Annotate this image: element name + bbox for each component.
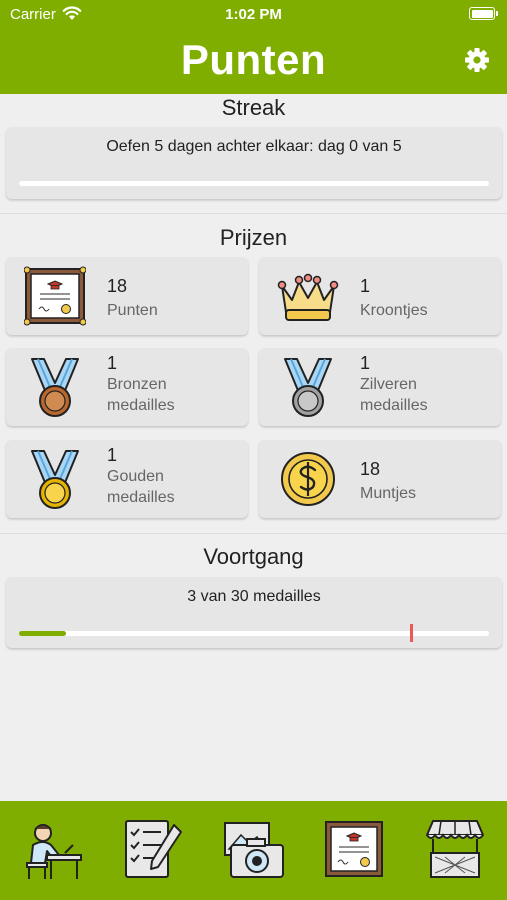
prize-label: Zilveren medailles [360,376,428,414]
battery-icon [469,7,498,20]
prize-label: Punten [107,302,158,319]
gold-medal-icon [31,450,79,509]
prize-count: 1 [360,353,371,373]
prize-count: 1 [107,445,118,465]
prize-label: Gouden medailles [107,468,175,506]
progress-text: 3 van 30 medailles [187,588,321,605]
progress-card: 3 van 30 medailles [6,577,502,648]
checklist-icon[interactable] [118,815,186,883]
progress-title: Voortgang [203,544,304,569]
tab-bar [0,801,507,900]
divider [0,533,507,534]
prize-card-crowns[interactable]: 1 Kroontjes [259,257,501,335]
medal-progress-bar [19,624,489,642]
streak-card: Oefen 5 dagen achter elkaar: dag 0 van 5 [6,127,502,199]
status-bar: Carrier 1:02 PM [0,0,507,28]
medal-progress-fill [19,631,66,636]
streak-title: Streak [221,95,286,120]
prizes-title: Prijzen [219,225,288,250]
prize-card-gold[interactable]: 1 Gouden medailles [6,440,248,518]
prize-count: 18 [107,276,128,296]
streak-progress-bar [19,181,489,186]
streak-text: Oefen 5 dagen achter elkaar: dag 0 van 5 [106,138,402,155]
prize-label: Bronzen medailles [107,376,175,414]
prize-count: 1 [360,276,371,296]
goal-marker [409,624,413,642]
prize-count: 18 [360,459,381,479]
prize-card-bronze[interactable]: 1 Bronzen medailles [6,348,248,426]
status-time: 1:02 PM [225,6,282,23]
bronze-medal-icon [31,358,79,417]
student-desk-icon[interactable] [17,815,85,883]
prize-label: Kroontjes [360,302,428,319]
page-title: Punten [180,36,327,83]
header: Carrier 1:02 PM Punten [0,0,507,94]
prize-card-coins[interactable]: 18 Muntjes [259,440,501,518]
divider [0,213,507,214]
prize-label: Muntjes [360,485,417,502]
silver-medal-icon [284,358,332,417]
shop-stall-icon[interactable] [421,815,489,883]
prize-card-silver[interactable]: 1 Zilveren medailles [259,348,501,426]
gear-icon[interactable] [463,46,491,74]
crown-icon [277,273,339,321]
certificate-icon[interactable] [320,815,388,883]
coin-icon [281,452,335,506]
prize-card-points[interactable]: 18 Punten [6,257,248,335]
camera-icon[interactable] [219,815,287,883]
prize-count: 1 [107,353,118,373]
certificate-icon [24,266,86,326]
